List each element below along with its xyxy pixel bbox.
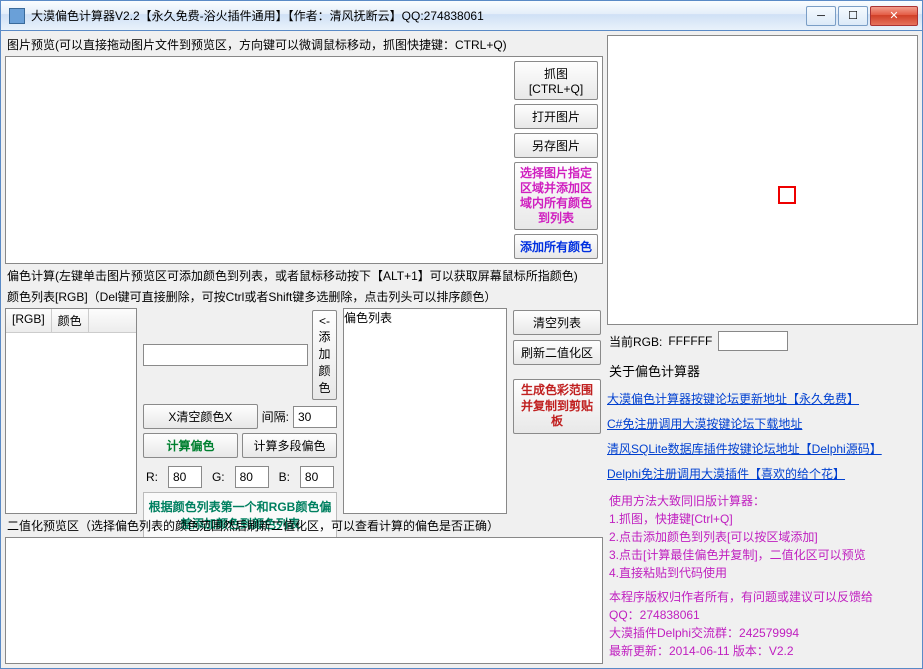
gen-range-button[interactable]: 生成色彩范围并复制到剪贴板: [513, 379, 601, 434]
right-panel: 当前RGB: FFFFFF 关于偏色计算器 大漠偏色计算器按键论坛更新地址【永久…: [607, 35, 918, 664]
left-panel: 图片预览(可以直接拖动图片文件到预览区，方向键可以微调鼠标移动，抓图快捷键：CT…: [5, 35, 603, 664]
side-buttons: 清空列表 刷新二值化区 生成色彩范围并复制到剪贴板: [511, 308, 603, 514]
g-input[interactable]: [235, 466, 269, 488]
add-all-colors-button[interactable]: 添加所有颜色: [514, 234, 598, 259]
add-color-button[interactable]: <-添加颜色: [312, 310, 337, 400]
magnifier-preview[interactable]: [607, 35, 918, 325]
list-hint-label: 颜色列表[RGB]（Del键可直接删除，可按Ctrl或者Shift键多选删除，点…: [5, 287, 603, 306]
current-rgb-value: FFFFFF: [668, 334, 712, 348]
link-3[interactable]: 清风SQLite数据库插件按键论坛地址【Delphi源码】: [607, 438, 918, 459]
preview-label: 图片预览(可以直接拖动图片文件到预览区，方向键可以微调鼠标移动，抓图快捷键：CT…: [5, 35, 603, 54]
r-input[interactable]: [168, 466, 202, 488]
window-title: 大漠偏色计算器V2.2【永久免费-浴火插件通用】【作者：清风抚断云】QQ:274…: [31, 7, 804, 24]
maximize-button[interactable]: ☐: [838, 6, 868, 26]
usage-line: 本程序版权归作者所有，有问题或建议可以反馈给: [609, 588, 916, 606]
clear-color-button[interactable]: X清空颜色X: [143, 404, 258, 429]
select-region-button[interactable]: 选择图片指定区域并添加区域内所有颜色到列表: [514, 162, 598, 230]
deviation-list[interactable]: 偏色列表: [343, 308, 507, 514]
calc-deviation-button[interactable]: 计算偏色: [143, 433, 238, 458]
image-preview-area: 抓图[CTRL+Q] 打开图片 另存图片 选择图片指定区域并添加区域内所有颜色到…: [5, 56, 603, 264]
color-list[interactable]: [RGB] 颜色: [5, 308, 137, 514]
color-input[interactable]: [143, 344, 308, 366]
clear-list-button[interactable]: 清空列表: [513, 310, 601, 335]
usage-text: 使用方法大致同旧版计算器： 1.抓图，快捷键[Ctrl+Q] 2.点击添加颜色到…: [607, 488, 918, 664]
rgb-offsets: R: G: B:: [143, 466, 337, 488]
open-image-button[interactable]: 打开图片: [514, 104, 598, 129]
color-list-header: [RGB] 颜色: [6, 309, 136, 333]
image-preview[interactable]: [6, 57, 510, 263]
save-image-button[interactable]: 另存图片: [514, 133, 598, 158]
interval-label: 间隔:: [262, 408, 289, 425]
interval-input[interactable]: [293, 406, 337, 428]
current-color-swatch: [718, 331, 788, 351]
col-rgb[interactable]: [RGB]: [6, 309, 52, 332]
app-window: 大漠偏色计算器V2.2【永久免费-浴火插件通用】【作者：清风抚断云】QQ:274…: [0, 0, 923, 669]
crosshair-icon: [778, 186, 796, 204]
usage-line: 3.点击[计算最佳偏色并复制]，二值化区可以预览: [609, 546, 916, 564]
preview-buttons: 抓图[CTRL+Q] 打开图片 另存图片 选择图片指定区域并添加区域内所有颜色到…: [510, 57, 602, 263]
current-rgb-row: 当前RGB: FFFFFF: [607, 329, 918, 353]
titlebar[interactable]: 大漠偏色计算器V2.2【永久免费-浴火插件通用】【作者：清风抚断云】QQ:274…: [1, 1, 922, 31]
b-input[interactable]: [300, 466, 334, 488]
link-2[interactable]: C#免注册调用大漠按键论坛下载地址: [607, 413, 918, 434]
capture-button[interactable]: 抓图[CTRL+Q]: [514, 61, 598, 100]
calc-multi-button[interactable]: 计算多段偏色: [242, 433, 337, 458]
usage-line: 2.点击添加颜色到列表[可以按区域添加]: [609, 528, 916, 546]
middle-row: [RGB] 颜色 <-添加颜色 X清空颜色X 间隔: 计算: [5, 308, 603, 514]
deviation-header: 偏色列表: [344, 309, 506, 326]
col-deviation[interactable]: 偏色列表: [344, 311, 392, 325]
about-label: 关于偏色计算器: [607, 357, 918, 384]
client-area: 图片预览(可以直接拖动图片文件到预览区，方向键可以微调鼠标移动，抓图快捷键：CT…: [1, 31, 922, 668]
calc-hint-label: 偏色计算(左键单击图片预览区可添加颜色到列表，或者鼠标移动按下【ALT+1】可以…: [5, 266, 603, 285]
col-color[interactable]: 颜色: [52, 309, 89, 332]
minimize-button[interactable]: ─: [806, 6, 836, 26]
usage-line: QQ：274838061: [609, 606, 916, 624]
usage-line: 4.直接粘贴到代码使用: [609, 564, 916, 582]
controls-column: <-添加颜色 X清空颜色X 间隔: 计算偏色 计算多段偏色 R:: [141, 308, 339, 514]
usage-line: 1.抓图，快捷键[Ctrl+Q]: [609, 510, 916, 528]
close-button[interactable]: ✕: [870, 6, 918, 26]
usage-line: 最新更新：2014-06-11 版本：V2.2: [609, 642, 916, 660]
current-rgb-label: 当前RGB:: [609, 333, 662, 350]
link-1[interactable]: 大漠偏色计算器按键论坛更新地址【永久免费】: [607, 388, 918, 409]
app-icon: [9, 8, 25, 24]
b-label: B:: [279, 470, 290, 484]
binarize-preview[interactable]: [5, 537, 603, 664]
bin-hint-label: 二值化预览区（选择偏色列表的颜色范围然后刷新二值化区，可以查看计算的偏色是否正确…: [5, 516, 603, 535]
link-4[interactable]: Delphi免注册调用大漠插件【喜欢的给个花】: [607, 463, 918, 484]
refresh-bin-button[interactable]: 刷新二值化区: [513, 340, 601, 365]
usage-line: 大漠插件Delphi交流群：242579994: [609, 624, 916, 642]
g-label: G:: [212, 470, 225, 484]
usage-line: 使用方法大致同旧版计算器：: [609, 492, 916, 510]
r-label: R:: [146, 470, 158, 484]
